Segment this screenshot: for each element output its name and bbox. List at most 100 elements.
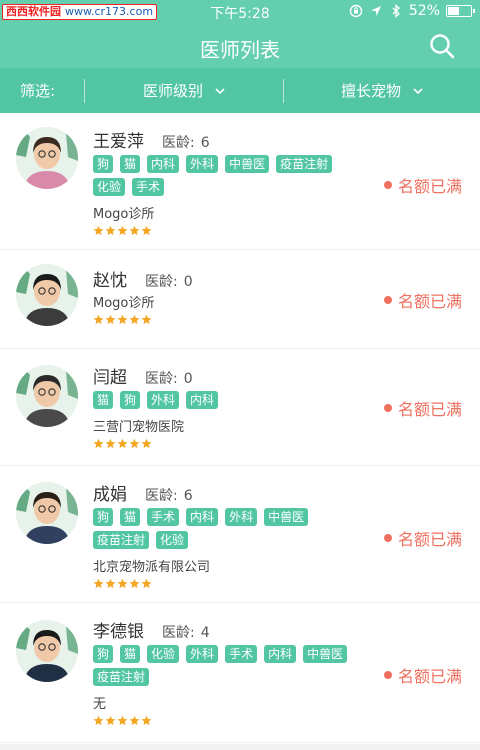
bluetooth-icon [392, 4, 400, 18]
doctor-row[interactable]: 李德银 医龄: 4 狗猫化验 外科 手术 内科 中兽医疫苗注射 无 名额已满 [0, 603, 480, 743]
specialty-tag: 疫苗注射 [93, 531, 150, 549]
age-label: 医龄: [145, 488, 178, 504]
specialty-tag: 手术 [132, 178, 165, 196]
specialty-tag: 外科 [225, 508, 258, 526]
doctor-name: 闫超 [93, 368, 127, 388]
doctor-row[interactable]: 闫超 医龄: 0 猫狗外科 内科 三营门宠物医院 名额已满 [0, 349, 480, 466]
star-icon [141, 314, 152, 325]
status-badge: 名额已满 [383, 396, 462, 420]
doctor-info: 成娟 医龄: 6 狗猫手术 内科 外科 中兽医疫苗注射 化验 北京宠物派有限公司 [93, 480, 363, 590]
nav-bar: 医师列表 [0, 24, 480, 68]
avatar-image [16, 620, 78, 682]
star-icon [117, 578, 128, 589]
star-icon [93, 438, 104, 449]
status-dot [383, 296, 392, 304]
status-badge: 名额已满 [383, 173, 462, 197]
specialty-tag: 化验 [93, 178, 126, 196]
star-icon [105, 314, 116, 325]
status-text: 名额已满 [397, 292, 462, 311]
status-text: 名额已满 [397, 667, 462, 686]
status-dot [383, 404, 392, 412]
status-text: 名额已满 [397, 400, 462, 419]
battery-fill [448, 7, 459, 15]
tag-list: 猫狗外科 内科 [93, 391, 363, 414]
status-bar: 西西软件园 www.cr173.com 下午5:28 52% [0, 0, 480, 24]
filter-label: 筛选: [20, 82, 56, 100]
chevron-down-icon [215, 87, 225, 94]
doctor-level-filter[interactable]: 医师级别 [85, 80, 283, 101]
star-icon [93, 225, 104, 236]
specialty-tag: 外科 [186, 645, 219, 663]
doctor-level-label: 医师级别 [142, 82, 203, 100]
star-icon [105, 438, 116, 449]
star-icon [141, 715, 152, 726]
avatar [16, 482, 78, 544]
star-icon [141, 578, 152, 589]
specialty-tag: 狗 [93, 508, 114, 526]
specialty-tag: 内科 [264, 645, 297, 663]
doctor-row[interactable]: 王爱萍 医龄: 6 狗猫内科 外科 中兽医 疫苗注射化验 手术 Mogo诊所 名额已满 [0, 113, 480, 250]
avatar-image [16, 365, 78, 427]
name-line: 成娟 医龄: 6 [93, 480, 363, 505]
age-value: 0 [183, 274, 193, 290]
doctor-row[interactable]: 赵忱 医龄: 0 Mogo诊所 名额已满 [0, 250, 480, 349]
age-value: 6 [200, 135, 210, 151]
status-text: 名额已满 [397, 530, 462, 549]
tag-list: 狗猫化验 外科 手术 内科 中兽医疫苗注射 [93, 645, 363, 691]
pet-specialty-label: 擅长宠物 [340, 82, 401, 100]
clinic-name: Mogo诊所 [93, 296, 155, 311]
age-value: 6 [183, 488, 193, 504]
star-icon [117, 314, 128, 325]
star-icon [105, 225, 116, 236]
specialty-tag: 中兽医 [225, 155, 270, 173]
rating-stars [93, 578, 363, 590]
star-icon [129, 314, 140, 325]
specialty-tag: 疫苗注射 [276, 155, 333, 173]
clinic-name: 无 [93, 697, 107, 712]
status-icons: 52% [349, 3, 475, 19]
star-icon [105, 715, 116, 726]
doctor-info: 赵忱 医龄: 0 Mogo诊所 [93, 266, 193, 326]
avatar [16, 620, 78, 682]
pet-specialty-filter[interactable]: 擅长宠物 [284, 80, 480, 101]
star-icon [117, 438, 128, 449]
doctor-list: 王爱萍 医龄: 6 狗猫内科 外科 中兽医 疫苗注射化验 手术 Mogo诊所 名额已满 [0, 113, 480, 743]
status-badge: 名额已满 [383, 663, 462, 687]
search-icon[interactable] [428, 32, 456, 60]
age-value: 0 [183, 371, 193, 387]
star-icon [129, 715, 140, 726]
avatar [16, 365, 78, 427]
avatar [16, 127, 78, 189]
star-icon [93, 314, 104, 325]
location-icon [370, 6, 381, 16]
tag-list: 狗猫内科 外科 中兽医 疫苗注射化验 手术 [93, 155, 363, 201]
name-line: 王爱萍 医龄: 6 [93, 127, 363, 152]
status-badge: 名额已满 [383, 526, 462, 550]
status-dot [383, 181, 392, 189]
specialty-tag: 外科 [147, 391, 180, 409]
star-icon [141, 438, 152, 449]
name-line: 赵忱 医龄: 0 [93, 266, 193, 291]
age-label: 医龄: [145, 371, 178, 387]
battery-percent: 52% [408, 3, 440, 19]
age-label: 医龄: [162, 135, 195, 151]
status-text: 名额已满 [397, 177, 462, 196]
avatar-image [16, 127, 78, 189]
doctor-row[interactable]: 成娟 医龄: 6 狗猫手术 内科 外科 中兽医疫苗注射 化验 北京宠物派有限公司 名额已… [0, 466, 480, 603]
specialty-tag: 猫 [93, 391, 114, 409]
age-label: 医龄: [145, 274, 178, 290]
specialty-tag: 猫 [120, 508, 141, 526]
specialty-tag: 狗 [93, 155, 114, 173]
clinic-name: 北京宠物派有限公司 [93, 560, 211, 575]
status-dot [383, 534, 392, 542]
chevron-down-icon [413, 87, 423, 94]
doctor-name: 赵忱 [93, 271, 127, 291]
page-title: 医师列表 [200, 38, 280, 62]
star-icon [141, 225, 152, 236]
bottom-strip [0, 744, 480, 750]
status-dot [383, 671, 392, 679]
specialty-tag: 内科 [186, 508, 219, 526]
specialty-tag: 狗 [120, 391, 141, 409]
clinic-name: Mogo诊所 [93, 207, 155, 222]
star-icon [93, 715, 104, 726]
